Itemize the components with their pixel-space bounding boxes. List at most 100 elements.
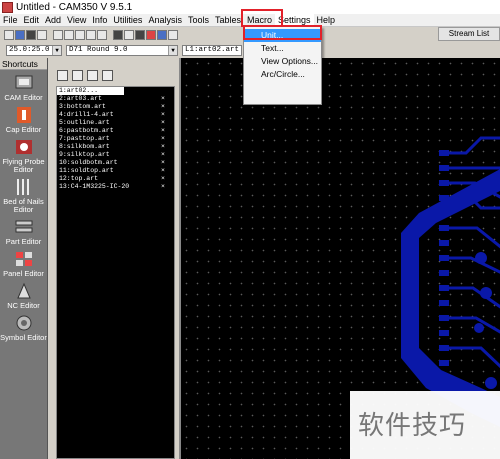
save-icon[interactable] (26, 30, 36, 40)
dcode-combo[interactable]: D71 Round 9.0 ▼ (66, 44, 178, 56)
layer-row[interactable]: 12:top.art × (57, 175, 174, 183)
delete-layer-icon[interactable] (102, 69, 113, 81)
shortcut-nc-editor[interactable]: NC Editor (0, 278, 47, 310)
zoom-out-icon[interactable] (97, 30, 107, 40)
menu-analysis[interactable]: Analysis (145, 14, 185, 27)
layer-row[interactable]: 11:soldtop.art × (57, 167, 174, 175)
layer-list-toolbar (49, 58, 176, 84)
menu-edit[interactable]: Edit (21, 14, 43, 27)
close-layer-icon[interactable]: × (161, 135, 165, 143)
layer-row[interactable]: 2:art03.art × (57, 95, 174, 103)
shortcut-bed-of-nails-editor[interactable]: Bed of Nails Editor (0, 174, 47, 214)
main-toolbar (0, 28, 438, 42)
close-layer-icon[interactable]: × (161, 143, 165, 151)
traces (449, 136, 500, 369)
color-table-icon[interactable] (146, 30, 156, 40)
open-file-icon[interactable] (15, 30, 25, 40)
redraw-icon[interactable] (53, 30, 63, 40)
import-icon[interactable] (72, 69, 83, 81)
layer-name: 10:soldbotm.art (59, 159, 118, 166)
close-layer-icon[interactable]: × (161, 119, 165, 127)
zoom-in-icon[interactable] (86, 30, 96, 40)
print-icon[interactable] (37, 30, 47, 40)
dcode-table-icon[interactable] (135, 30, 145, 40)
shortcut-symbol-editor[interactable]: Symbol Editor (0, 310, 47, 342)
close-layer-icon[interactable]: × (161, 111, 165, 119)
layer-name: 11:soldtop.art (59, 167, 114, 174)
layer-name: 7:pasttop.art (59, 135, 110, 142)
shortcut-panel-editor[interactable]: Panel Editor (0, 246, 47, 278)
menu-info[interactable]: Info (89, 14, 110, 27)
menu-file[interactable]: File (0, 14, 21, 27)
layer-row[interactable]: 13:C4-1M3225-IC-20 × (57, 183, 174, 191)
open-folder-icon[interactable] (57, 69, 68, 81)
menu-item-arc-circle[interactable]: Arc/Circle... (244, 68, 321, 81)
menu-tables[interactable]: Tables (212, 14, 244, 27)
watermark-box: 软件技巧 (350, 391, 500, 459)
layer-list: 1:art02... 2:art03.art × 3:bottom.art × 4:dri… (56, 86, 175, 459)
layer-row[interactable]: 5:outline.art × (57, 119, 174, 127)
shortcut-flying-probe-editor[interactable]: Flying Probe Editor (0, 134, 47, 174)
layer-name: 5:outline.art (59, 119, 110, 126)
window-title: Untitled - CAM350 V 9.5.1 (16, 1, 133, 13)
bed-of-nails-icon (16, 179, 29, 195)
symbol-editor-icon (16, 315, 31, 331)
layer-name: 13:C4-1M3225-IC-20 (59, 183, 130, 190)
cap-editor-icon (16, 107, 31, 123)
close-layer-icon[interactable]: × (161, 183, 165, 191)
layer-row[interactable]: 3:bottom.art × (57, 103, 174, 111)
close-layer-icon[interactable]: × (161, 95, 165, 103)
layer-table-icon[interactable] (113, 30, 123, 40)
new-file-icon[interactable] (4, 30, 14, 40)
layer-row[interactable]: 1:art02... (57, 87, 124, 95)
layer-row[interactable]: 10:soldbotm.art × (57, 159, 174, 167)
layer-name: 6:pastbotm.art (59, 127, 114, 134)
close-layer-icon[interactable]: × (161, 167, 165, 175)
layer-row[interactable]: 7:pasttop.art × (57, 135, 174, 143)
measure-icon[interactable] (168, 30, 178, 40)
coordinate-combo[interactable]: 25.0:25.0 ▼ (6, 44, 62, 56)
cam-editor-icon (15, 75, 32, 89)
shortcut-cam-editor[interactable]: CAM Editor (0, 70, 47, 102)
zoom-window-icon[interactable] (64, 30, 74, 40)
grid-icon[interactable] (124, 30, 134, 40)
chevron-down-icon[interactable]: ▼ (168, 45, 177, 55)
menu-item-unit[interactable]: Unit... (244, 29, 321, 42)
menu-settings[interactable]: Settings (275, 13, 314, 27)
watermark-text: 软件技巧 (358, 411, 467, 441)
menu-item-text[interactable]: Text... (244, 42, 321, 55)
chevron-down-icon[interactable]: ▼ (52, 45, 61, 55)
layer-combo[interactable]: L1:art02.art (182, 44, 242, 56)
menu-utilities[interactable]: Utilities (110, 14, 145, 27)
shortcuts-header: Shortcuts (0, 58, 47, 70)
menu-add[interactable]: Add (42, 14, 64, 27)
close-layer-icon[interactable]: × (161, 127, 165, 135)
coordinate-value: 25.0:25.0 (9, 45, 50, 54)
menu-macro[interactable]: Macro (244, 14, 275, 27)
menu-help[interactable]: Help (314, 14, 339, 27)
zoom-all-icon[interactable] (75, 30, 85, 40)
export-icon[interactable] (87, 69, 98, 81)
close-layer-icon[interactable]: × (161, 159, 165, 167)
pad-column-left (439, 150, 449, 366)
shortcut-cap-editor[interactable]: Cap Editor (0, 102, 47, 134)
flying-probe-icon (15, 140, 32, 154)
layer-name: 1:art02... (59, 87, 99, 94)
menu-item-view-options[interactable]: View Options... (244, 55, 321, 68)
layer-row[interactable]: 9:silktop.art × (57, 151, 174, 159)
layer-row[interactable]: 6:pastbotm.art × (57, 127, 174, 135)
layer-row[interactable]: 4:drill1-4.art × (57, 111, 174, 119)
layer-color-icon[interactable] (157, 30, 167, 40)
shortcuts-panel: Shortcuts CAM Editor Cap Editor Flying P… (0, 58, 48, 459)
shortcut-part-editor[interactable]: Part Editor (0, 214, 47, 246)
close-layer-icon[interactable]: × (161, 175, 165, 183)
close-layer-icon[interactable]: × (161, 103, 165, 111)
part-editor-icon (15, 220, 32, 233)
menu-view[interactable]: View (64, 14, 89, 27)
menu-tools[interactable]: Tools (185, 14, 212, 27)
layer-row[interactable]: 8:silkbom.art × (57, 143, 174, 151)
close-layer-icon[interactable]: × (161, 151, 165, 159)
stream-list-button[interactable]: Stream List (438, 27, 500, 41)
app-icon (2, 1, 13, 13)
dcode-value: D71 Round 9.0 (69, 45, 128, 54)
